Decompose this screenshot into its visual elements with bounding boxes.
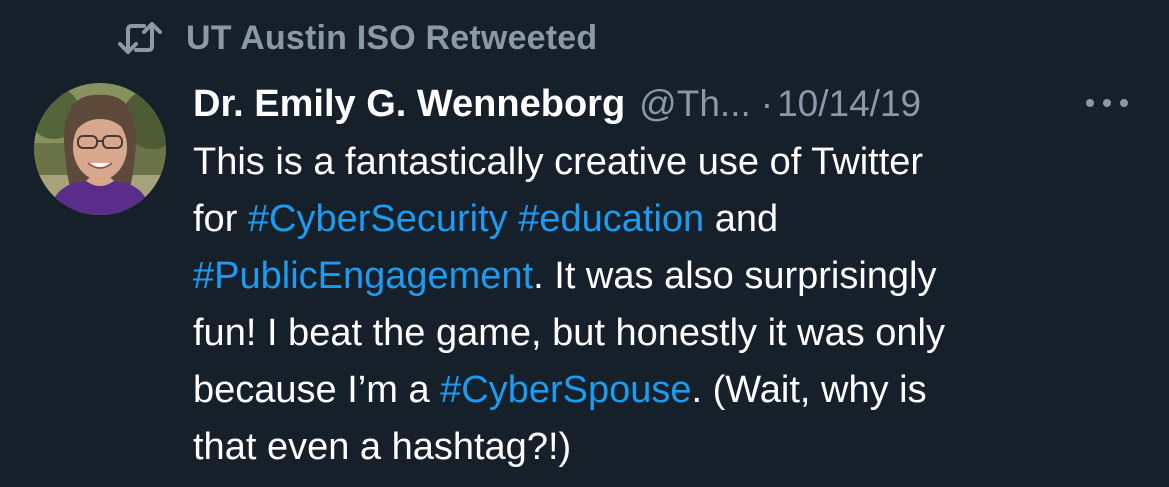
user-handle[interactable]: @Th... [639, 83, 751, 125]
retweet-icon [118, 22, 162, 54]
tweet-line-3: #PublicEngagement. It was also surprisin… [193, 248, 1153, 305]
tweet-line-6: that even a hashtag?!) [193, 419, 1153, 476]
tweet-line-2: for #CyberSecurity #education and [193, 191, 1153, 248]
hashtag-link-cyberspouse[interactable]: #CyberSpouse [440, 369, 691, 411]
tweet-line-1: This is a fantastically creative use of … [193, 134, 1153, 191]
hashtag-link-publicengagement[interactable]: #PublicEngagement [193, 255, 533, 297]
tweet-text-segment [508, 198, 519, 240]
tweet-header: Dr. Emily G. Wenneborg @Th... · 10/14/19 [193, 78, 921, 130]
tweet-line-5: because I’m a #CyberSpouse. (Wait, why i… [193, 362, 1153, 419]
tweet-line-4: fun! I beat the game, but honestly it wa… [193, 305, 1153, 362]
more-horizontal-icon[interactable] [1083, 93, 1131, 113]
tweet-text-segment: . It was also surprisingly [533, 255, 937, 297]
tweet-text-segment: for [193, 198, 248, 240]
avatar[interactable] [34, 83, 166, 215]
avatar-photo [34, 83, 166, 215]
display-name[interactable]: Dr. Emily G. Wenneborg [193, 83, 625, 126]
separator-dot: · [760, 83, 774, 124]
hashtag-link-cybersecurity[interactable]: #CyberSecurity [248, 198, 508, 240]
tweet-text-segment: This is a fantastically creative use of … [193, 141, 924, 183]
tweet-text-segment: that even a hashtag?!) [193, 426, 572, 468]
tweet-text-segment: . (Wait, why is [691, 369, 927, 411]
retweet-context[interactable]: UT Austin ISO Retweeted [116, 16, 597, 60]
tweet-text-segment: fun! I beat the game, but honestly it wa… [193, 312, 946, 354]
retweet-label: UT Austin ISO Retweeted [186, 18, 598, 57]
tweet-text-segment: and [704, 198, 779, 240]
tweet-date[interactable]: 10/14/19 [777, 83, 921, 125]
hashtag-link-education[interactable]: #education [518, 198, 704, 240]
tweet-text: This is a fantastically creative use of … [193, 134, 1153, 476]
tweet-text-segment: because I’m a [193, 369, 441, 411]
